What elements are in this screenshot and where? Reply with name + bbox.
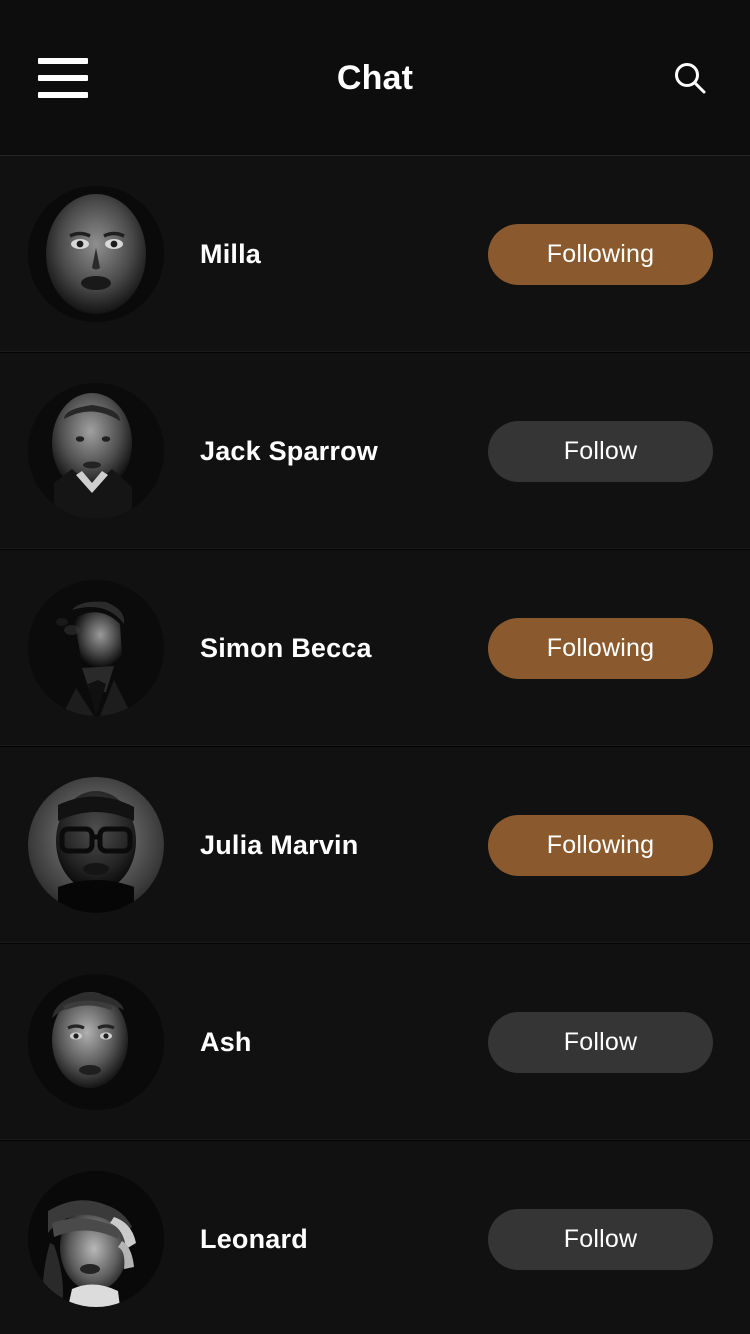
follow-toggle-button[interactable]: Follow [488, 1011, 713, 1073]
follow-toggle-button[interactable]: Following [488, 814, 713, 876]
avatar [28, 383, 164, 519]
contact-name: Julia Marvin [200, 829, 359, 860]
menu-bar-top [38, 57, 88, 64]
avatar [28, 974, 164, 1110]
follow-toggle-button[interactable]: Follow [488, 420, 713, 482]
table-row[interactable]: Simon Becca Following [0, 550, 750, 747]
table-row[interactable]: Ash Follow [0, 944, 750, 1141]
chat-screen: Chat Milla Following Jack Sparrow Follow… [0, 0, 750, 1334]
search-icon[interactable] [662, 50, 718, 106]
avatar [28, 580, 164, 716]
avatar [28, 186, 164, 322]
avatar [28, 777, 164, 913]
contact-list: Milla Following Jack Sparrow Follow Simo… [0, 156, 750, 1334]
avatar [28, 1171, 164, 1307]
app-header: Chat [0, 0, 750, 156]
contact-name: Jack Sparrow [200, 435, 378, 466]
table-row[interactable]: Milla Following [0, 156, 750, 353]
contact-name: Ash [200, 1026, 252, 1057]
menu-bar-bottom [38, 91, 88, 98]
table-row[interactable]: Leonard Follow [0, 1141, 750, 1334]
contact-name: Leonard [200, 1223, 308, 1254]
follow-toggle-button[interactable]: Following [488, 223, 713, 285]
table-row[interactable]: Jack Sparrow Follow [0, 353, 750, 550]
hamburger-menu-icon[interactable] [38, 57, 88, 98]
follow-toggle-button[interactable]: Follow [488, 1208, 713, 1270]
contact-name: Simon Becca [200, 632, 372, 663]
page-title: Chat [336, 58, 414, 97]
contact-name: Milla [200, 238, 262, 269]
follow-toggle-button[interactable]: Following [488, 617, 713, 679]
menu-bar-middle [38, 74, 88, 81]
table-row[interactable]: Julia Marvin Following [0, 747, 750, 944]
